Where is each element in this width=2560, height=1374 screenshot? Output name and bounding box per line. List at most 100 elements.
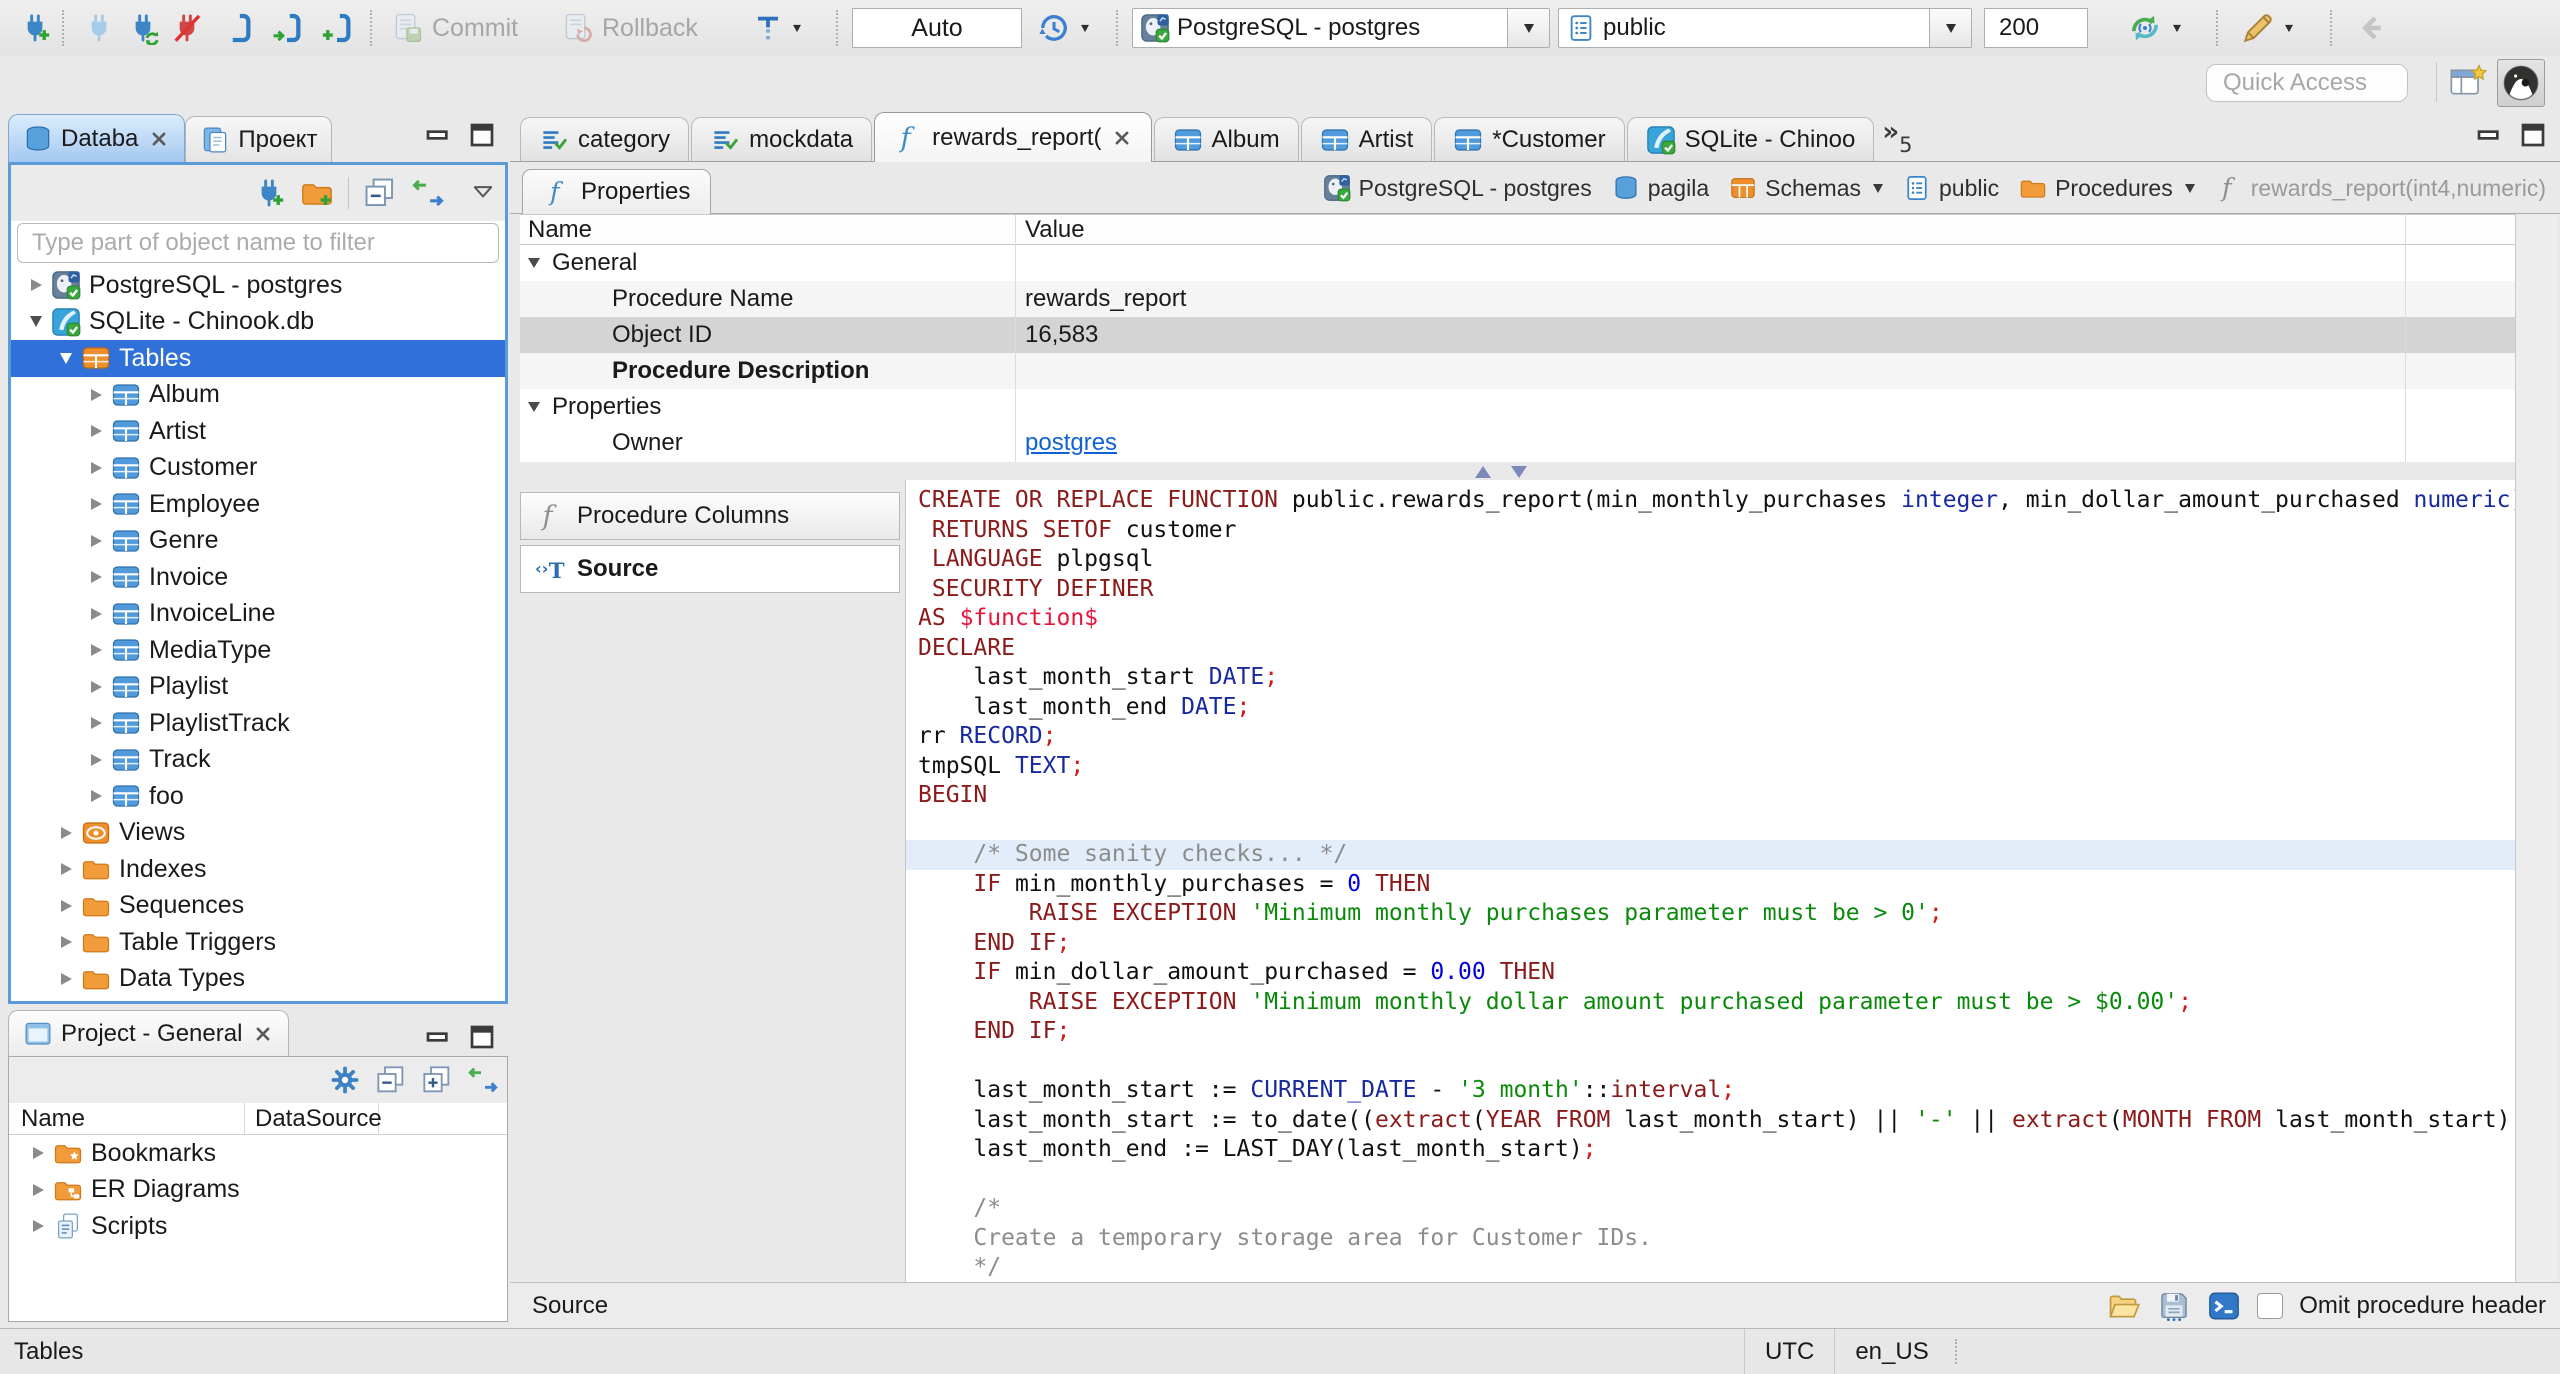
- splitter-up-icon[interactable]: [1475, 466, 1491, 478]
- expand-arrow-icon[interactable]: [83, 419, 109, 443]
- collapse-arrow-icon[interactable]: [53, 346, 79, 370]
- refresh-dropdown-button[interactable]: [2126, 8, 2182, 48]
- expand-arrow-icon[interactable]: [25, 1141, 51, 1165]
- editor-tab-album[interactable]: Album: [1153, 117, 1299, 161]
- expand-arrow-icon[interactable]: [53, 930, 79, 954]
- subtab-source[interactable]: ‹› T Source: [520, 545, 900, 593]
- project-item-er-diagrams[interactable]: ER Diagrams: [9, 1172, 507, 1209]
- collapse-arrow-icon[interactable]: [23, 310, 49, 334]
- property-row-properties[interactable]: Properties: [520, 389, 2515, 425]
- collapse-arrow-icon[interactable]: [528, 253, 552, 273]
- column-header-datasource[interactable]: DataSource: [245, 1103, 382, 1134]
- maximize-icon[interactable]: [2518, 120, 2548, 150]
- project-item-bookmarks[interactable]: Bookmarks: [9, 1135, 507, 1172]
- dbeaver-perspective-button[interactable]: [2497, 59, 2545, 107]
- tab-properties[interactable]: f Properties: [522, 169, 712, 214]
- column-header-name[interactable]: Name: [9, 1103, 245, 1134]
- new-sql-editor-button[interactable]: [316, 8, 358, 48]
- editor-tab-sqlite-chinoo[interactable]: SQLite - Chinoo: [1626, 117, 1875, 161]
- open-in-sql-console-icon[interactable]: [2207, 1289, 2241, 1323]
- tree-item-table-triggers[interactable]: Table Triggers: [11, 924, 505, 961]
- tree-item-sequences[interactable]: Sequences: [11, 888, 505, 925]
- expand-arrow-icon[interactable]: [83, 456, 109, 480]
- connection-combo[interactable]: PostgreSQL - postgres: [1132, 8, 1550, 48]
- editor-tab-rewards-report[interactable]: f rewards_report(: [874, 112, 1152, 162]
- editor-tab-category[interactable]: category: [520, 117, 690, 161]
- expand-arrow-icon[interactable]: [83, 675, 109, 699]
- maximize-icon[interactable]: [467, 120, 497, 150]
- transaction-mode-button[interactable]: [752, 8, 802, 48]
- schema-combo-dropdown[interactable]: [1929, 9, 1971, 47]
- expand-arrow-icon[interactable]: [83, 711, 109, 735]
- editor-tab-mockdata[interactable]: mockdata: [691, 117, 873, 161]
- property-row-procedure-description[interactable]: Procedure Description: [520, 353, 2515, 389]
- property-row-procedure-name[interactable]: Procedure Name rewards_report: [520, 281, 2515, 317]
- link-with-editor-icon[interactable]: [411, 176, 445, 210]
- back-button[interactable]: [2352, 8, 2394, 48]
- tree-item-playlist[interactable]: Playlist: [11, 669, 505, 706]
- minimize-icon[interactable]: [2474, 120, 2504, 150]
- new-connection-icon[interactable]: [252, 176, 286, 210]
- property-row-owner[interactable]: Owner postgres: [520, 425, 2515, 461]
- highlight-dropdown-button[interactable]: [2240, 8, 2294, 48]
- expand-arrow-icon[interactable]: [83, 784, 109, 808]
- subtab-procedure-columns[interactable]: f Procedure Columns: [520, 492, 900, 540]
- editor-tab-customer[interactable]: *Customer: [1434, 117, 1625, 161]
- tree-item-artist[interactable]: Artist: [11, 413, 505, 450]
- breadcrumb-item-rewards-report-int4-numeric[interactable]: f rewards_report(int4,numeric): [2215, 174, 2546, 202]
- splitter-control[interactable]: [1475, 466, 1527, 478]
- tree-item-album[interactable]: Album: [11, 377, 505, 414]
- column-divider[interactable]: [1015, 215, 1016, 462]
- tree-item-views[interactable]: Views: [11, 815, 505, 852]
- expand-arrow-icon[interactable]: [23, 273, 49, 297]
- recent-sql-editor-button[interactable]: [266, 8, 308, 48]
- source-code-editor[interactable]: CREATE OR REPLACE FUNCTION public.reward…: [905, 480, 2515, 1282]
- tab-project-general[interactable]: Project - General: [8, 1010, 290, 1056]
- property-row-object-id[interactable]: Object ID 16,583: [520, 317, 2515, 353]
- maximize-icon[interactable]: [467, 1022, 497, 1052]
- collapse-all-icon[interactable]: [363, 176, 397, 210]
- expand-all-icon[interactable]: [421, 1064, 453, 1096]
- property-row-general[interactable]: General: [520, 245, 2515, 281]
- fetch-size-field[interactable]: 200: [1984, 8, 2088, 48]
- status-locale[interactable]: en_US: [1834, 1329, 1948, 1374]
- expand-arrow-icon[interactable]: [83, 529, 109, 553]
- expand-arrow-icon[interactable]: [25, 1214, 51, 1238]
- omit-procedure-header-checkbox[interactable]: [2257, 1292, 2284, 1319]
- expand-arrow-icon[interactable]: [83, 602, 109, 626]
- gear-icon[interactable]: [329, 1064, 361, 1096]
- expand-arrow-icon[interactable]: [53, 894, 79, 918]
- expand-arrow-icon[interactable]: [83, 748, 109, 772]
- tree-item-playlisttrack[interactable]: PlaylistTrack: [11, 705, 505, 742]
- save-to-file-icon[interactable]: [2157, 1289, 2191, 1323]
- tree-item-genre[interactable]: Genre: [11, 523, 505, 560]
- commit-button[interactable]: Commit: [390, 8, 518, 48]
- tree-item-sqlite-chinook-db[interactable]: SQLite - Chinook.db: [11, 304, 505, 341]
- tab-project[interactable]: Проект: [185, 116, 333, 162]
- status-timezone[interactable]: UTC: [1744, 1329, 1834, 1374]
- tree-item-foo[interactable]: foo: [11, 778, 505, 815]
- quick-access-input[interactable]: [2206, 64, 2408, 102]
- load-from-file-icon[interactable]: [2107, 1289, 2141, 1323]
- tree-item-tables[interactable]: Tables: [11, 340, 505, 377]
- close-icon[interactable]: [1111, 127, 1133, 149]
- breadcrumb-item-schemas[interactable]: Schemas: [1729, 174, 1883, 202]
- close-icon[interactable]: [148, 128, 170, 150]
- editor-tab-overflow[interactable]: » 5: [1882, 117, 1912, 161]
- tree-item-mediatype[interactable]: MediaType: [11, 632, 505, 669]
- connection-combo-dropdown[interactable]: [1507, 9, 1549, 47]
- breadcrumb-item-pagila[interactable]: pagila: [1612, 174, 1709, 202]
- new-connection-button[interactable]: [14, 8, 56, 48]
- editor-tab-artist[interactable]: Artist: [1300, 117, 1433, 161]
- tree-item-employee[interactable]: Employee: [11, 486, 505, 523]
- close-icon[interactable]: [252, 1023, 274, 1045]
- tab-database-navigator[interactable]: Databa: [8, 114, 186, 162]
- column-header-value[interactable]: Value: [1015, 216, 1085, 244]
- breadcrumb-item-postgresql-postgres[interactable]: PostgreSQL - postgres: [1323, 174, 1592, 202]
- rollback-button[interactable]: Rollback: [560, 8, 698, 48]
- tree-item-postgresql-postgres[interactable]: PostgreSQL - postgres: [11, 267, 505, 304]
- schema-combo[interactable]: public: [1558, 8, 1972, 48]
- chevron-down-icon[interactable]: [1872, 183, 1883, 193]
- reconnect-button[interactable]: [122, 8, 164, 48]
- minimize-icon[interactable]: [423, 1022, 453, 1052]
